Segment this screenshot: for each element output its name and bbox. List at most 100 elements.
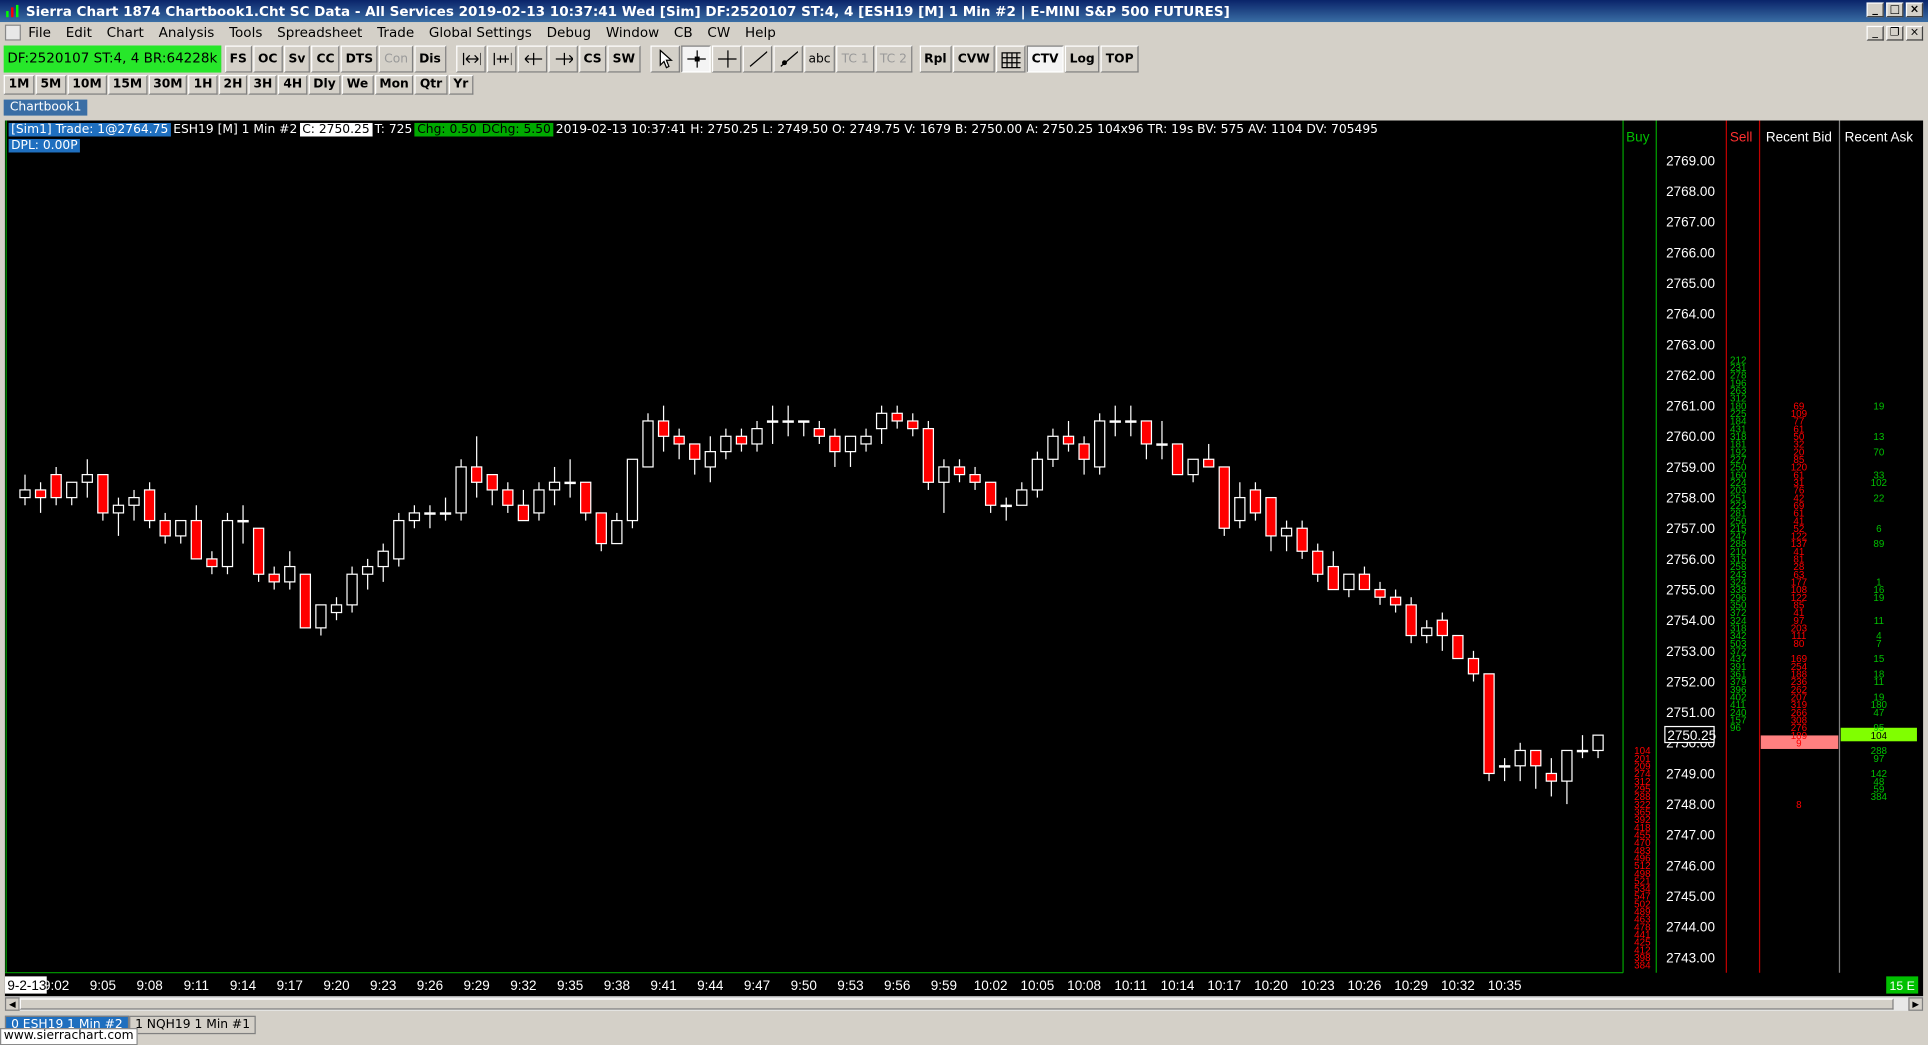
tf-yearly[interactable]: Yr bbox=[448, 75, 474, 95]
y-tick-label: 2760.00 bbox=[1666, 429, 1715, 444]
mdi-close-button[interactable]: × bbox=[1905, 25, 1924, 41]
scroll-left-icon[interactable] bbox=[517, 45, 547, 73]
sw-button[interactable]: SW bbox=[607, 45, 641, 73]
candle-body bbox=[377, 550, 389, 568]
top-button[interactable]: TOP bbox=[1100, 45, 1139, 73]
menu-window[interactable]: Window bbox=[598, 25, 666, 41]
menu-edit[interactable]: Edit bbox=[58, 25, 99, 41]
ray-tool-icon[interactable] bbox=[772, 45, 803, 73]
tc1-button[interactable]: TC 1 bbox=[836, 45, 874, 73]
tf-weekly[interactable]: We bbox=[341, 75, 374, 95]
candle-body bbox=[206, 558, 218, 568]
tf-quarterly[interactable]: Qtr bbox=[414, 75, 448, 95]
mdi-minimize-button[interactable]: _ bbox=[1866, 25, 1884, 41]
candle-body bbox=[1592, 734, 1604, 752]
stats-label: 2019-02-13 10:37:41 H: 2750.25 L: 2749.5… bbox=[555, 122, 1378, 137]
x-tick-label: 9:26 bbox=[417, 978, 443, 993]
candle-body bbox=[860, 435, 872, 445]
dts-button[interactable]: DTS bbox=[340, 45, 378, 73]
y-tick-label: 2765.00 bbox=[1666, 276, 1715, 291]
candle-body bbox=[50, 473, 62, 499]
tf-daily[interactable]: Dly bbox=[308, 75, 341, 95]
maximize-button[interactable]: □ bbox=[1886, 2, 1904, 18]
candle-body bbox=[66, 481, 78, 499]
menu-help[interactable]: Help bbox=[738, 25, 784, 41]
tf-monthly[interactable]: Mon bbox=[374, 75, 414, 95]
grid-icon[interactable] bbox=[995, 45, 1026, 73]
tf-15m[interactable]: 15M bbox=[107, 75, 148, 95]
y-tick-label: 2748.00 bbox=[1666, 797, 1715, 812]
tf-30m[interactable]: 30M bbox=[148, 75, 188, 95]
sell-column-header: Sell bbox=[1730, 129, 1753, 144]
tf-4h[interactable]: 4H bbox=[278, 75, 308, 95]
replay-button[interactable]: Rpl bbox=[919, 45, 952, 73]
menu-cw[interactable]: CW bbox=[700, 25, 738, 41]
menu-spreadsheet[interactable]: Spreadsheet bbox=[270, 25, 370, 41]
log-button[interactable]: Log bbox=[1064, 45, 1100, 73]
line-tool-icon[interactable] bbox=[742, 45, 772, 73]
fs-button[interactable]: FS bbox=[224, 45, 252, 73]
candle-body bbox=[330, 604, 343, 614]
trades-label: T: 725 bbox=[374, 122, 413, 137]
menu-analysis[interactable]: Analysis bbox=[151, 25, 221, 41]
menu-cb[interactable]: CB bbox=[667, 25, 700, 41]
menu-tools[interactable]: Tools bbox=[222, 25, 270, 41]
zoom-fit-icon[interactable] bbox=[455, 45, 486, 73]
candle-body bbox=[268, 573, 280, 583]
chartbook-tabbar: Chartbook1 bbox=[3, 98, 88, 118]
text-tool-button[interactable]: abc bbox=[803, 45, 836, 73]
crosshair-icon[interactable] bbox=[680, 45, 711, 73]
menu-file[interactable]: File bbox=[21, 25, 58, 41]
recent-ask-value: 102 bbox=[1871, 478, 1887, 489]
minimize-button[interactable]: _ bbox=[1866, 2, 1884, 18]
candle-body bbox=[1576, 749, 1589, 753]
candle-body bbox=[673, 435, 685, 445]
pointer-icon[interactable] bbox=[649, 45, 680, 73]
chart-menu-icon[interactable] bbox=[4, 24, 21, 41]
chart-tab-nqh19[interactable]: 1 NQH19 1 Min #1 bbox=[128, 1015, 257, 1035]
close-button[interactable]: × bbox=[1905, 2, 1924, 18]
crosshair-alt-icon[interactable] bbox=[711, 45, 741, 73]
candle-body bbox=[1000, 504, 1012, 508]
scroll-right-icon[interactable] bbox=[547, 45, 578, 73]
scroll-left-arrow-icon[interactable]: ◀ bbox=[4, 997, 20, 1011]
menu-debug[interactable]: Debug bbox=[539, 25, 598, 41]
connect-button[interactable]: Con bbox=[379, 45, 413, 73]
candle-body bbox=[1296, 527, 1308, 552]
zoom-expand-icon[interactable] bbox=[486, 45, 516, 73]
chart-area[interactable]: Buy Sell Recent Bid Recent Ask 2769.00 2768.0… bbox=[4, 120, 1924, 997]
tf-3h[interactable]: 3H bbox=[248, 75, 278, 95]
cc-button[interactable]: CC bbox=[311, 45, 340, 73]
cvw-button[interactable]: CVW bbox=[952, 45, 995, 73]
tf-2h[interactable]: 2H bbox=[218, 75, 248, 95]
horizontal-scrollbar[interactable]: ◀ ▶ bbox=[4, 996, 1924, 1011]
scroll-right-arrow-icon[interactable]: ▶ bbox=[1908, 997, 1924, 1011]
menu-chart[interactable]: Chart bbox=[99, 25, 151, 41]
candle-body bbox=[891, 412, 903, 422]
sell-volume-value: 384 bbox=[1634, 961, 1651, 972]
mdi-restore-button[interactable]: ❐ bbox=[1886, 25, 1904, 41]
recent-ask-value: 384 bbox=[1871, 792, 1888, 803]
candle-body bbox=[922, 428, 935, 483]
candle-body bbox=[751, 428, 763, 445]
tc2-button[interactable]: TC 2 bbox=[874, 45, 912, 73]
tf-1m[interactable]: 1M bbox=[3, 75, 35, 95]
menu-global-settings[interactable]: Global Settings bbox=[422, 25, 540, 41]
candlestick-chart[interactable]: Buy Sell Recent Bid Recent Ask 2769.00 2768.0… bbox=[4, 120, 1923, 997]
scroll-thumb[interactable] bbox=[19, 998, 1894, 1010]
tf-5m[interactable]: 5M bbox=[35, 75, 67, 95]
sv-button[interactable]: Sv bbox=[283, 45, 311, 73]
disconnect-button[interactable]: Dis bbox=[414, 45, 446, 73]
tf-10m[interactable]: 10M bbox=[67, 75, 107, 95]
tf-1h[interactable]: 1H bbox=[188, 75, 218, 95]
chartbook-tab[interactable]: Chartbook1 bbox=[3, 99, 88, 116]
ctv-button[interactable]: CTV bbox=[1026, 45, 1064, 73]
candle-body bbox=[595, 512, 607, 545]
oc-button[interactable]: OC bbox=[253, 45, 283, 73]
candle-body bbox=[657, 420, 670, 437]
cs-button[interactable]: CS bbox=[578, 45, 607, 73]
x-tick-label: 9:02 bbox=[43, 978, 69, 993]
menu-trade[interactable]: Trade bbox=[370, 25, 422, 41]
candle-body bbox=[548, 481, 561, 491]
candle-body bbox=[1203, 458, 1215, 468]
